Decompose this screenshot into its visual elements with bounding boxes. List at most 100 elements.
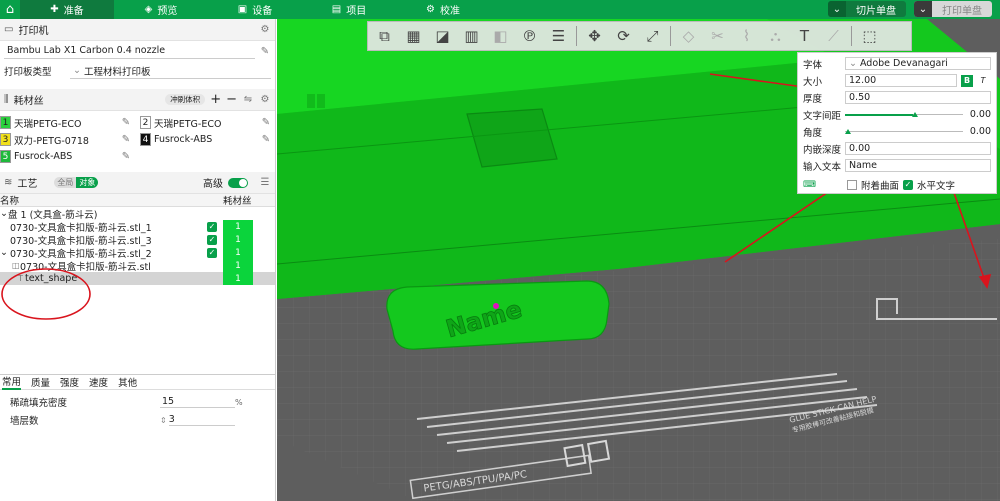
tab-other[interactable]: 其他 [118,375,137,389]
preview-icon: ◈ [144,4,153,15]
home-icon[interactable]: ⌂ [0,0,20,19]
edit-icon[interactable]: ✎ [259,45,271,57]
print-label: 打印单盘 [942,5,982,17]
seam-icon[interactable]: ⌇ [735,25,758,48]
tab-project[interactable]: ▤ 项目 [302,0,396,19]
filament-slot-5[interactable]: 5 Fusrock-ABS ✎ [0,149,140,164]
list-icon[interactable]: ☰ [259,177,271,189]
check-icon[interactable]: ✓ [207,247,217,258]
tab-prepare[interactable]: ✚ 准备 [20,0,114,19]
toggle-object[interactable]: 对象 [76,177,99,188]
tab-quality[interactable]: 质量 [31,375,50,389]
embed-depth-input[interactable]: 0.00 [845,142,991,155]
plate-icon[interactable]: ℗ [518,25,541,48]
bold-button[interactable]: B [961,74,973,87]
edit-icon[interactable]: ✎ [120,151,132,163]
tab-label: 校准 [439,6,460,17]
layers-icon[interactable]: ☰ [547,25,570,48]
print-plate-button[interactable]: ⌄ 打印单盘 [914,1,992,17]
tab-common[interactable]: 常用 [2,374,22,390]
edit-icon[interactable]: ✎ [120,134,132,146]
orient-icon[interactable]: ◪ [431,25,454,48]
measure-icon[interactable]: ⟋ [822,25,845,48]
angle-slider[interactable] [845,125,963,138]
spacing-value[interactable]: 0.00 [967,109,991,120]
filament-cell[interactable]: 1 [223,220,253,233]
text-input[interactable]: Name [845,159,991,172]
add-cube-icon[interactable]: ⧉ [373,25,396,48]
filament-slot-3[interactable]: 3 双力-PETG-0718 ✎ [0,132,140,147]
filament-slot-1[interactable]: 1 天瑞PETG-ECO ✎ [0,115,140,130]
tab-calibrate[interactable]: ⚙ 校准 [396,0,490,19]
horizontal-text-label: 水平文字 [917,180,956,192]
spacing-label: 文字间距 [803,110,842,122]
remove-icon[interactable]: − [226,92,237,107]
chevron-down-icon[interactable]: ⌄ [914,1,932,17]
tab-strength[interactable]: 强度 [60,375,79,389]
edit-icon[interactable]: ✎ [120,117,132,129]
gear-icon[interactable]: ⚙ [259,94,271,106]
support-paint-icon[interactable]: ⛬ [764,25,787,48]
angle-value[interactable]: 0.00 [967,126,991,137]
object-toolbar: ⧉ ▦ ◪ ▥ ◧ ℗ ☰ ✥ ⟳ ⤢ ◇ ✂ ⌇ ⛬ T ⟋ ⬚ [367,21,912,51]
assembly-icon[interactable]: ⬚ [858,25,881,48]
unit-label: % [235,397,243,407]
grid-arrange-icon[interactable]: ▦ [402,25,425,48]
tab-preview[interactable]: ◈ 预览 [114,0,208,19]
add-icon[interactable]: + [210,92,221,107]
filament-slot-2[interactable]: 2 天瑞PETG-ECO ✎ [140,115,275,130]
chevron-down-icon: ⌄ [849,58,857,69]
italic-button[interactable]: T [977,75,989,87]
tab-speed[interactable]: 速度 [89,375,108,389]
filament-slot-4[interactable]: 4 Fusrock-ABS ✎ [140,132,275,147]
cut-icon[interactable]: ✂ [706,25,729,48]
keyboard-icon[interactable]: ⌨ [803,180,816,190]
text-tool-icon[interactable]: T [793,25,816,48]
layout-icon[interactable]: ▥ [460,25,483,48]
attach-surface-checkbox[interactable] [847,179,857,190]
tab-device[interactable]: ▣ 设备 [208,0,302,19]
advanced-toggle[interactable] [228,177,248,188]
filament-cell[interactable]: 1 [223,272,253,285]
scale-icon[interactable]: ⤢ [641,25,664,48]
angle-label: 角度 [803,127,823,139]
edit-icon[interactable]: ✎ [260,134,272,146]
slice-plate-button[interactable]: ⌄ 切片单盘 [828,1,906,17]
filament-cell[interactable]: 1 [223,259,253,272]
tab-label: 项目 [346,6,367,17]
sync-icon[interactable]: ⇋ [242,94,254,106]
check-icon[interactable]: ✓ [207,234,217,245]
lay-on-face-icon[interactable]: ◇ [677,25,700,48]
annotation-ellipse [1,268,91,320]
name-plate[interactable]: Name [386,280,610,350]
embed-depth-value: 0.00 [849,143,871,154]
toolbar-separator [670,26,671,46]
tree-row-object[interactable]: ⌄ 0730-文具盒卡扣版-筋斗云.stl_2 ✓ 1 [0,246,275,260]
split-icon[interactable]: ◧ [489,25,512,48]
size-input[interactable]: 12.00 [845,74,957,87]
thickness-input[interactable]: 0.50 [845,91,991,104]
chevron-down-icon[interactable]: ⌄ [828,1,846,17]
spacing-slider[interactable] [845,108,963,121]
infill-density-input[interactable]: 15 [160,396,235,408]
toggle-global[interactable]: 全局 [54,177,77,188]
check-icon[interactable]: ✓ [207,221,217,232]
stepper-icon[interactable]: ⇕ [160,416,167,425]
plate-type-select[interactable]: ⌄ 工程材料打印板 [70,64,271,79]
filament-cell[interactable]: 1 [223,233,253,246]
scope-toggle[interactable]: 全局 对象 [54,177,99,188]
tree-row-object[interactable]: 0730-文具盒卡扣版-筋斗云.stl_1 ✓ 1 [0,220,275,234]
printer-preset-select[interactable]: Bambu Lab X1 Carbon 0.4 nozzle [4,44,255,59]
rotate-icon[interactable]: ⟳ [612,25,635,48]
tree-row-object[interactable]: 0730-文具盒卡扣版-筋斗云.stl_3 ✓ 1 [0,233,275,247]
horizontal-text-checkbox[interactable]: ✓ [903,179,914,190]
gear-icon[interactable]: ⚙ [259,24,271,36]
font-select[interactable]: ⌄ Adobe Devanagari [845,57,991,70]
move-icon[interactable]: ✥ [583,25,606,48]
edit-icon[interactable]: ✎ [260,117,272,129]
project-icon: ▤ [331,4,342,15]
tree-row-plate[interactable]: ⌄ 盘 1 (文具盒-筋斗云) [0,207,275,221]
flush-volume-button[interactable]: 冲刷体积 [165,94,206,105]
filament-cell[interactable]: 1 [223,246,253,259]
wall-loops-input[interactable]: 3 [168,414,235,426]
